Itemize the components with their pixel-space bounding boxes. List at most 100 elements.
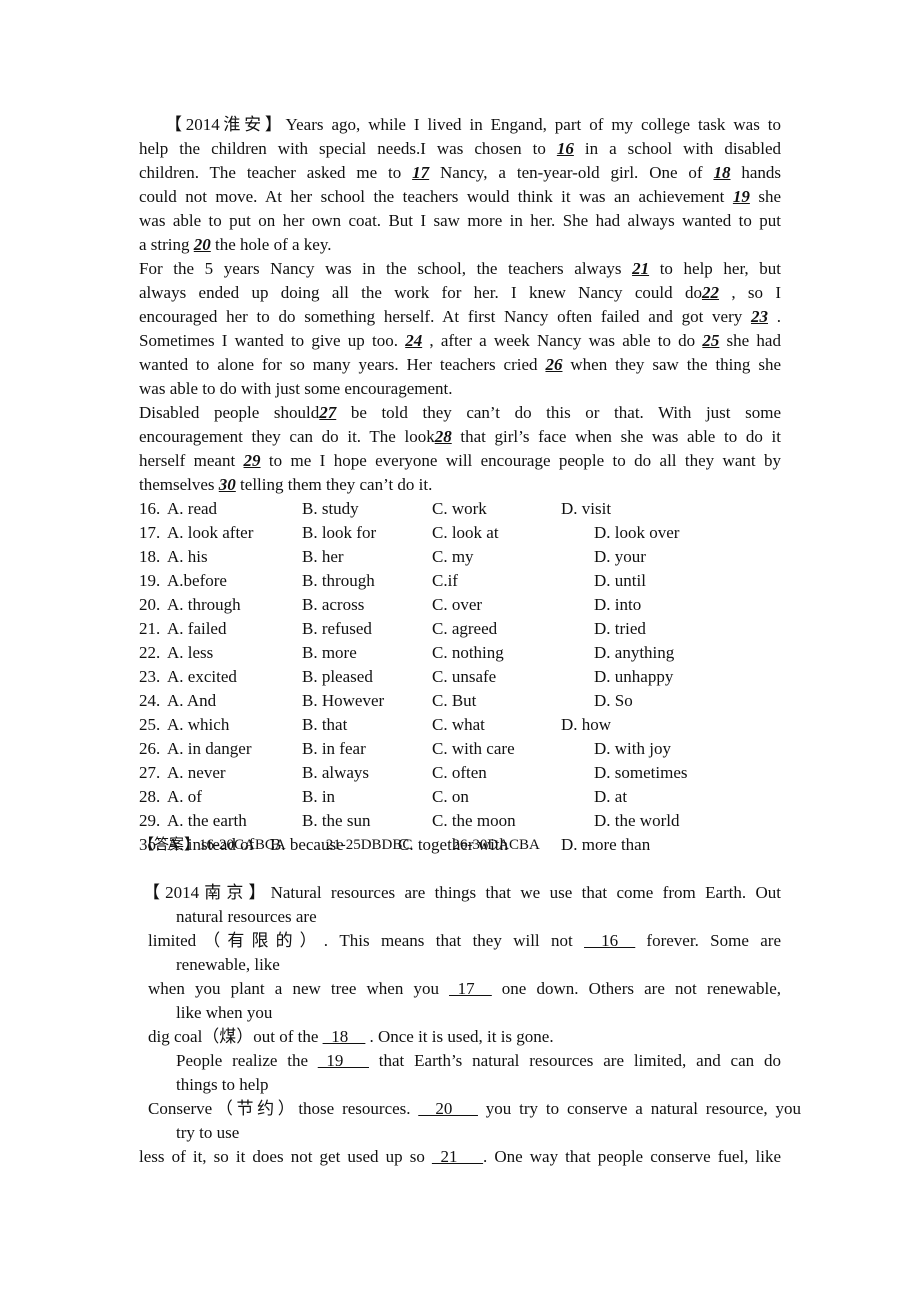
option-c[interactable]: C. agreed (432, 617, 497, 641)
passage2-line: Conserve（节约）those resources. __20___ you… (148, 1097, 801, 1121)
option-a[interactable]: A. of (167, 785, 202, 809)
option-a[interactable]: A. less (167, 641, 213, 665)
source-tag: 【2014南京】 (143, 883, 271, 902)
passage1-line: 【2014淮安】Years ago, while I lived in Enga… (165, 113, 781, 137)
question-row: 23. A. excited B. pleased C. unsafe D. unhap… (0, 665, 920, 689)
option-a[interactable]: A. read (167, 497, 217, 521)
passage1-line: encouragement they can do it. The look28… (139, 425, 781, 449)
option-a[interactable]: A. look after (167, 521, 253, 545)
passage1-line: help the children with special needs.I w… (139, 137, 781, 161)
option-d[interactable]: D. visit (561, 497, 611, 521)
passage2-line: things to help (176, 1073, 476, 1097)
option-d[interactable]: D. until (594, 569, 646, 593)
option-c[interactable]: C. But (432, 689, 476, 713)
passage-text: Natural resources are things that we use… (270, 883, 782, 902)
question-row: 28. A. of B. in C. on D. at (0, 785, 920, 809)
option-a[interactable]: A. his (167, 545, 208, 569)
option-c[interactable]: C. the moon (432, 809, 516, 833)
option-b[interactable]: B. through (302, 569, 375, 593)
passage-text: she had (719, 331, 781, 350)
option-d[interactable]: D. into (594, 593, 641, 617)
question-number: 29. (139, 811, 161, 830)
passage-text: was able to do with just some encouragem… (139, 379, 453, 398)
passage-text: encouragement they can do it. The look (139, 427, 435, 446)
blank-number: _18__ (322, 1027, 366, 1046)
passage-text: Nancy, a ten-year-old girl. One of (429, 163, 714, 182)
option-b[interactable]: B. refused (302, 617, 372, 641)
option-d[interactable]: D. at (594, 785, 627, 809)
option-a[interactable]: A. the earth (167, 809, 247, 833)
option-d[interactable]: D. So (594, 689, 633, 713)
passage1-line: Sometimes I wanted to give up too. 24 , … (139, 329, 781, 353)
option-a[interactable]: A. which (167, 713, 229, 737)
passage-text: Years ago, while I lived in Engand, part… (285, 115, 781, 134)
option-a[interactable]: A. And (167, 689, 216, 713)
blank-number: 23 (751, 307, 768, 326)
question-row: 27. A. never B. always C. often D. sometimes (0, 761, 920, 785)
answer-key: 【答案】16-20CABCA 21-25DBDBC 26-30DACBA (139, 833, 580, 857)
blank-number: _21___ (431, 1147, 483, 1166)
blank-number: 25 (702, 331, 720, 350)
option-a[interactable]: A.before (167, 569, 227, 593)
option-d[interactable]: D. with joy (594, 737, 671, 761)
option-b[interactable]: B. in fear (302, 737, 366, 761)
passage2-line: try to use (176, 1121, 476, 1145)
passage-text: themselves (139, 475, 219, 494)
blank-number: _17__ (449, 979, 492, 998)
option-c[interactable]: C. on (432, 785, 469, 809)
option-d[interactable]: D. how (561, 713, 611, 737)
option-c[interactable]: C. my (432, 545, 474, 569)
passage-text: one down. Others are not renewable, (491, 979, 781, 998)
option-d[interactable]: D. the world (594, 809, 679, 833)
option-d[interactable]: D. unhappy (594, 665, 673, 689)
option-c[interactable]: C. work (432, 497, 487, 521)
option-a[interactable]: A. excited (167, 665, 237, 689)
blank-number: 26 (545, 355, 563, 374)
question-number: 26. (139, 739, 161, 758)
option-b[interactable]: B. her (302, 545, 344, 569)
passage-text: you try to conserve a natural resource, … (477, 1099, 801, 1118)
passage1-line: wanted to alone for so many years. Her t… (139, 353, 781, 377)
option-c[interactable]: C.if (432, 569, 458, 593)
option-d[interactable]: D. look over (594, 521, 679, 545)
option-c[interactable]: C. often (432, 761, 487, 785)
option-b[interactable]: B. in (302, 785, 335, 809)
option-c[interactable]: C. what (432, 713, 485, 737)
option-b[interactable]: B. However (302, 689, 384, 713)
option-a[interactable]: A. through (167, 593, 241, 617)
option-d[interactable]: D. anything (594, 641, 674, 665)
option-c[interactable]: C. over (432, 593, 482, 617)
question-number: 18. (139, 547, 161, 566)
option-b[interactable]: B. always (302, 761, 369, 785)
option-a[interactable]: A. in danger (167, 737, 252, 761)
option-a[interactable]: A. never (167, 761, 226, 785)
blank-number: 18 (713, 163, 731, 182)
option-c[interactable]: C. look at (432, 521, 499, 545)
question-row: 25. A. which B. that C. what D. how (0, 713, 920, 737)
passage-text: renewable, like (176, 955, 280, 974)
passage-text: Disabled people should (139, 403, 320, 422)
option-d[interactable]: D. tried (594, 617, 646, 641)
option-a[interactable]: A. failed (167, 617, 226, 641)
option-b[interactable]: B. study (302, 497, 359, 521)
passage-text: hands (730, 163, 781, 182)
option-b[interactable]: B. across (302, 593, 364, 617)
option-b[interactable]: B. more (302, 641, 357, 665)
passage-text: For the 5 years Nancy was in the school,… (139, 259, 633, 278)
passage-text: People realize the (176, 1051, 318, 1070)
option-c[interactable]: C. nothing (432, 641, 504, 665)
option-c[interactable]: C. unsafe (432, 665, 496, 689)
passage-text: Sometimes I wanted to give up too. (139, 331, 406, 350)
option-d[interactable]: D. sometimes (594, 761, 688, 785)
passage2-line: dig coal（煤）out of the _18__ . Once it is… (148, 1025, 648, 1049)
blank-number: 24 (405, 331, 423, 350)
option-b[interactable]: B. look for (302, 521, 376, 545)
question-number: 20. (139, 595, 161, 614)
blank-number: 16 (556, 139, 574, 158)
option-c[interactable]: C. with care (432, 737, 515, 761)
option-d[interactable]: D. your (594, 545, 646, 569)
option-b[interactable]: B. pleased (302, 665, 373, 689)
passage-text: forever. Some are (635, 931, 781, 950)
option-b[interactable]: B. that (302, 713, 347, 737)
option-b[interactable]: B. the sun (302, 809, 370, 833)
